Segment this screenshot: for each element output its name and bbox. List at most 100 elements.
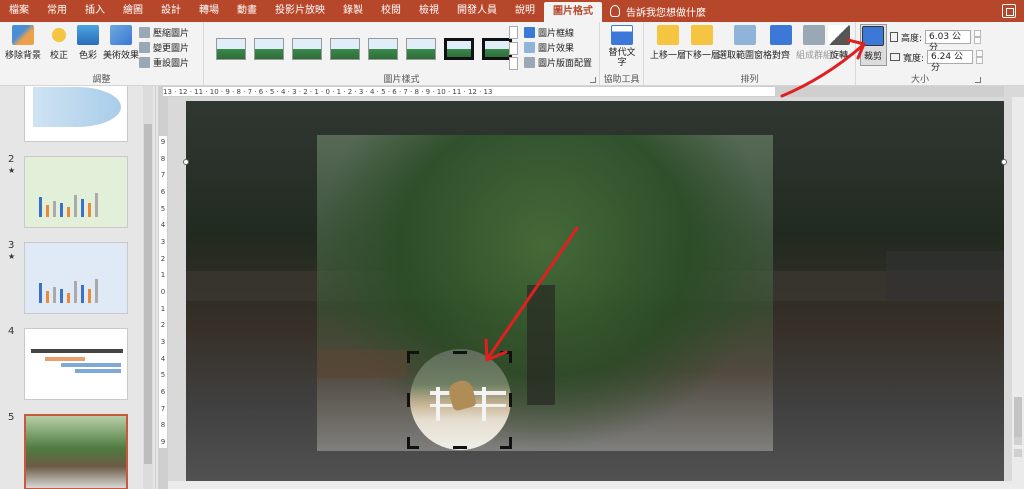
resize-handle[interactable] [183,159,189,165]
restore-window-icon[interactable] [1002,4,1016,18]
selection-pane-button[interactable]: 選取範圍窗格 [718,25,772,61]
gallery-more-icon[interactable] [509,57,518,70]
resize-handle[interactable] [1001,159,1007,165]
vertical-ruler-tick: 2 [160,254,166,263]
tab-5[interactable]: 轉場 [190,0,228,22]
tab-7[interactable]: 投影片放映 [266,0,334,22]
picture-style-4[interactable] [330,38,360,60]
tab-0[interactable]: 檔案 [0,0,38,22]
change-picture-label: 變更圖片 [153,44,190,54]
artistic-effects-button[interactable]: 美術效果 [103,25,139,61]
color-button[interactable]: 色彩 [77,25,99,61]
crop-handle-right[interactable] [509,393,512,407]
crop-handle-top-left[interactable] [407,351,410,363]
tab-9[interactable]: 校閱 [372,0,410,22]
vertical-ruler-tick: 5 [160,371,166,380]
picture-effects-label: 圖片效果 [538,44,575,54]
tab-1[interactable]: 常用 [38,0,76,22]
send-backward-button[interactable]: 下移一層 [684,25,720,61]
reset-picture-icon [139,57,150,68]
send-backward-label: 下移一層 [684,51,721,61]
crop-handle-left[interactable] [407,393,410,407]
height-spinner[interactable] [974,30,982,44]
cropped-circle-picture[interactable] [410,349,511,450]
slide-thumbnail-4[interactable] [24,328,128,400]
accessibility-group: 替代文字 協助工具 [600,22,644,86]
slide-panel-scrollbar[interactable] [143,86,153,489]
picture-style-5[interactable] [368,38,398,60]
rotate-icon [828,25,850,45]
picture-effects-button[interactable]: 圖片效果 [524,41,574,54]
slide-thumbnail-3[interactable] [24,242,128,314]
picture-original-extent[interactable] [317,135,773,451]
slide-thumbnail-5[interactable] [24,414,128,489]
alt-text-label: 替代文字 [608,48,636,68]
crop-handle-bottom-right[interactable] [509,437,512,449]
crop-button[interactable]: 裁剪 [862,26,884,62]
picture-style-3[interactable] [292,38,322,60]
slide-4-table-header [31,349,123,353]
width-spinner[interactable] [976,50,984,64]
picture-layout-label: 圖片版面配置 [538,59,593,69]
crop-handle-top-right[interactable] [509,351,512,363]
tell-me-box[interactable]: 告訴我您想做什麼 [602,4,706,19]
tab-13[interactable]: 圖片格式 [544,2,602,22]
tab-6[interactable]: 動畫 [228,0,266,22]
editor-horizontal-scrollbar[interactable] [168,481,1012,489]
group-button[interactable]: 組成群組 [796,25,832,61]
size-launcher-icon[interactable] [975,77,981,83]
picture-styles-launcher-icon[interactable] [590,77,596,83]
tab-8[interactable]: 錄製 [334,0,372,22]
tab-11[interactable]: 開發人員 [448,0,506,22]
effects-icon [524,42,535,53]
picture-border-button[interactable]: 圖片框線 [524,26,574,39]
gallery-up-icon[interactable] [509,26,518,39]
corrections-button[interactable]: 校正 [48,25,70,61]
picture-style-2[interactable] [254,38,284,60]
vertical-ruler-tick: 0 [160,287,166,296]
crop-handle-top[interactable] [453,351,467,354]
picture-style-1[interactable] [216,38,246,60]
tab-2[interactable]: 插入 [76,0,114,22]
tab-12[interactable]: 說明 [506,0,544,22]
width-input[interactable]: 6.24 公分 [927,50,974,73]
vertical-ruler-tick: 4 [160,354,166,363]
rotate-label: 旋轉 [829,51,848,61]
slide-panel-scroll-thumb[interactable] [144,124,152,464]
vertical-ruler-tick: 6 [160,187,166,196]
alt-text-icon [611,25,633,45]
change-picture-button[interactable]: 變更圖片 [139,41,189,54]
vertical-ruler-tick: 2 [160,321,166,330]
slide-3-chart [39,279,98,303]
picture-style-8[interactable] [482,38,512,60]
crop-icon [862,26,884,46]
editor-scroll-thumb[interactable] [1014,397,1022,437]
bring-forward-button[interactable]: 上移一層 [650,25,686,61]
pen-icon [524,27,535,38]
corrections-label: 校正 [49,51,68,61]
gallery-down-icon[interactable] [509,41,518,55]
compress-pictures-button[interactable]: 壓縮圖片 [139,26,189,39]
compress-icon [139,27,150,38]
picture-style-6[interactable] [406,38,436,60]
horizontal-ruler: 13 · 12 · 11 · 10 · 9 · 8 · 7 · 6 · 5 · … [163,87,775,96]
crop-handle-bottom-left[interactable] [407,437,410,449]
align-button[interactable]: 對齊 [770,25,792,61]
reset-picture-button[interactable]: 重設圖片 [139,56,189,69]
editor-vertical-scrollbar[interactable] [1012,97,1024,489]
scroll-up-icon[interactable] [1014,437,1022,445]
crop-handle-bottom[interactable] [453,446,467,449]
slide-thumbnail-2[interactable] [24,156,128,228]
scroll-down-icon[interactable] [1014,449,1022,457]
remove-background-button[interactable]: 移除背景 [5,25,41,61]
tab-4[interactable]: 設計 [152,0,190,22]
tab-10[interactable]: 檢視 [410,0,448,22]
height-input[interactable]: 6.03 公分 [925,30,972,53]
picture-style-7[interactable] [444,38,474,60]
slide-thumbnail-1[interactable] [24,86,128,142]
vertical-ruler: 9 8 7 6 5 4 3 2 1 0 1 2 3 4 5 6 7 8 9 [159,136,167,448]
alt-text-button[interactable]: 替代文字 [608,25,636,68]
picture-layout-button[interactable]: 圖片版面配置 [524,56,592,69]
tab-3[interactable]: 繪圖 [114,0,152,22]
rotate-button[interactable]: 旋轉 [828,25,850,61]
